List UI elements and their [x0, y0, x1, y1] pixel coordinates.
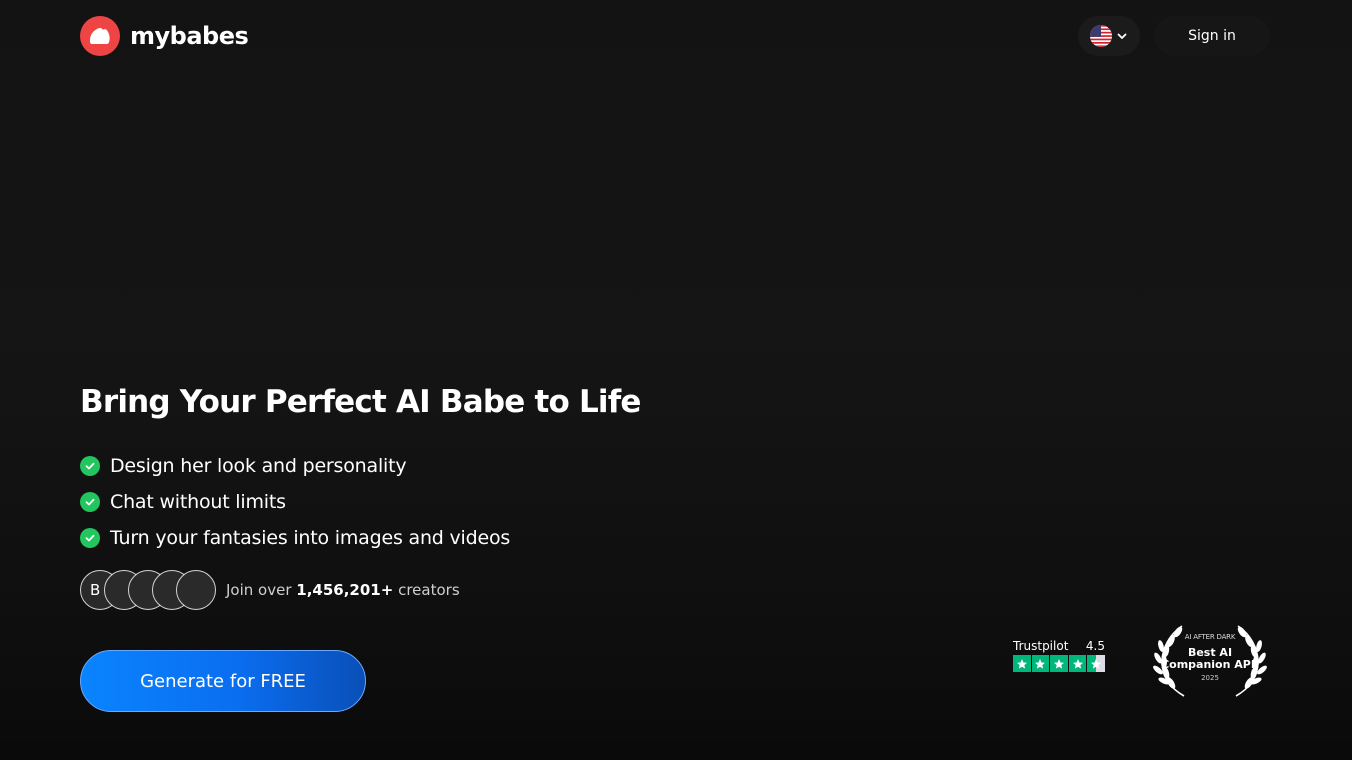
- social-proof: B Join over 1,456,201+ creators: [80, 570, 460, 610]
- brand-name: mybabes: [130, 22, 249, 50]
- generate-free-button[interactable]: Generate for FREE: [80, 650, 366, 712]
- avatar: [176, 570, 216, 610]
- check-icon: [80, 456, 100, 476]
- feature-item: Chat without limits: [80, 484, 510, 520]
- creator-count-text: Join over 1,456,201+ creators: [226, 581, 460, 599]
- award-badge: AI AFTER DARK Best AI Companion APP 2025: [1148, 620, 1272, 700]
- award-title-line2: Companion APP: [1161, 658, 1259, 671]
- award-year: 2025: [1201, 674, 1219, 682]
- chevron-down-icon: [1117, 33, 1127, 39]
- feature-list: Design her look and personality Chat wit…: [80, 448, 510, 556]
- landing-page: mybabes Sign in Bring Your Perfect AI Ba…: [0, 0, 1352, 760]
- half-star-icon: [1087, 655, 1105, 672]
- creator-count: 1,456,201+: [296, 581, 394, 599]
- feature-item: Turn your fantasies into images and vide…: [80, 520, 510, 556]
- check-icon: [80, 528, 100, 548]
- star-icon: [1050, 655, 1068, 672]
- star-icon: [1013, 655, 1031, 672]
- check-icon: [80, 492, 100, 512]
- feature-text: Design her look and personality: [110, 455, 407, 477]
- logo-icon: [80, 16, 120, 56]
- star-icon: [1068, 655, 1087, 672]
- brand-logo[interactable]: mybabes: [80, 16, 249, 56]
- award-organizer: AI AFTER DARK: [1184, 633, 1236, 641]
- feature-text: Turn your fantasies into images and vide…: [110, 527, 511, 549]
- trustpilot-stars: [1013, 655, 1105, 672]
- language-selector[interactable]: [1078, 16, 1140, 56]
- feature-item: Design her look and personality: [80, 448, 510, 484]
- trustpilot-label: Trustpilot: [1013, 639, 1069, 653]
- us-flag-icon: [1090, 25, 1112, 47]
- avatar-stack: B: [80, 570, 216, 610]
- star-icon: [1031, 655, 1050, 672]
- trustpilot-badge[interactable]: Trustpilot 4.5: [1013, 639, 1105, 672]
- hero-title: Bring Your Perfect AI Babe to Life: [80, 384, 641, 420]
- trustpilot-score: 4.5: [1085, 639, 1105, 653]
- feature-text: Chat without limits: [110, 491, 286, 513]
- sign-in-button[interactable]: Sign in: [1154, 16, 1270, 56]
